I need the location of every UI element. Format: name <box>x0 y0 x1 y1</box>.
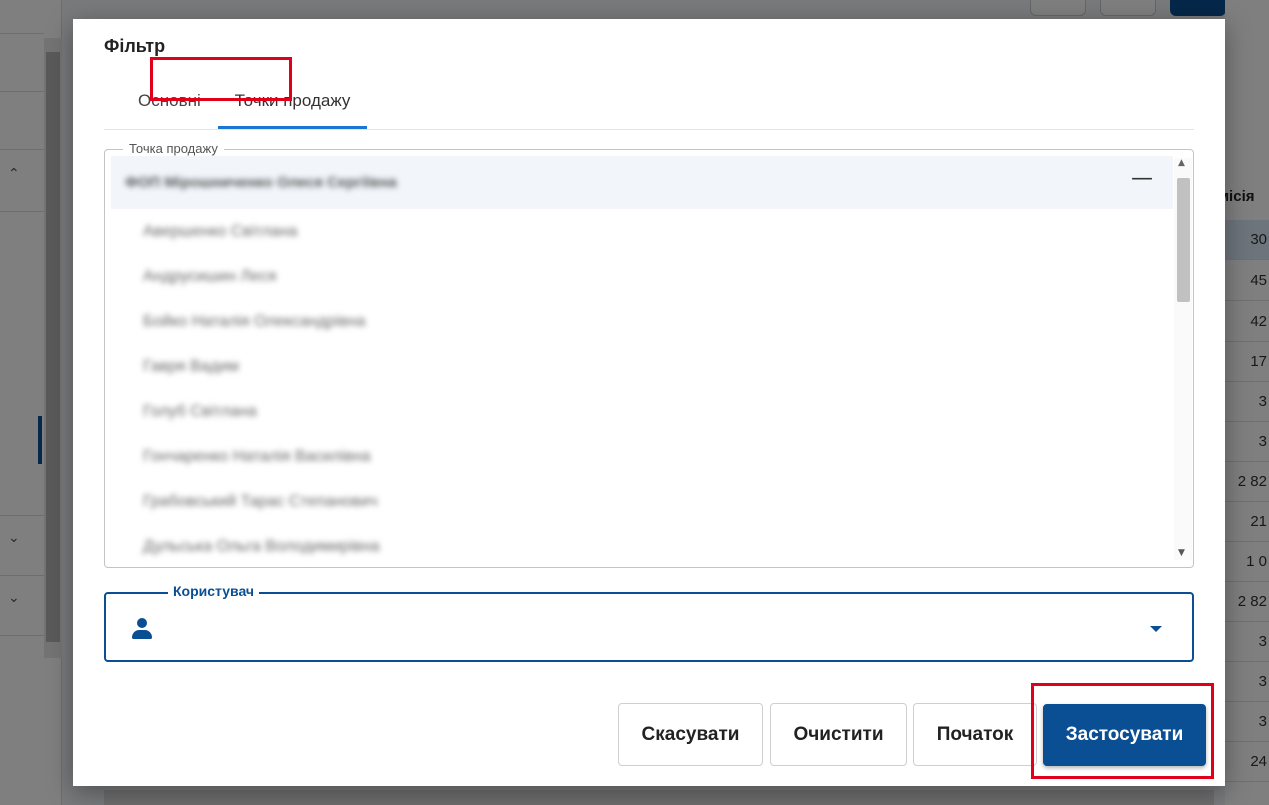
clear-button[interactable]: Очистити <box>770 703 907 766</box>
collapse-icon[interactable]: — <box>1131 166 1153 192</box>
scrollbar-thumb[interactable] <box>1177 178 1190 302</box>
start-button[interactable]: Початок <box>913 703 1037 766</box>
dropdown-arrow-icon[interactable] <box>1150 626 1162 632</box>
points-of-sale-list: Точка продажу ФОП Мірошниченко Олеся Сер… <box>104 141 1194 568</box>
list-item[interactable]: Гавря Вадим <box>143 358 239 376</box>
list-item[interactable]: Грабовський Тарас Степанович <box>143 493 377 511</box>
tab-bar: Основні Точки продажу <box>104 79 1194 130</box>
list-item[interactable]: Авершенко Світлана <box>143 223 297 241</box>
points-list-viewport[interactable]: ФОП Мірошниченко Олеся Сергіївна — Аверш… <box>105 156 1175 561</box>
group-row[interactable]: ФОП Мірошниченко Олеся Сергіївна — <box>111 156 1173 209</box>
list-item[interactable]: Голуб Світлана <box>143 403 257 421</box>
filter-dialog: Фільтр Основні Точки продажу Точка прода… <box>73 19 1225 786</box>
list-scrollbar[interactable]: ▲ ▼ <box>1174 158 1192 560</box>
list-item[interactable]: Бойко Наталія Олександрівна <box>143 313 365 331</box>
tab-label: Точки продажу <box>234 91 351 110</box>
scroll-up-icon[interactable]: ▲ <box>1178 158 1185 168</box>
dialog-title: Фільтр <box>104 36 166 56</box>
list-item[interactable]: Андрусишин Леся <box>143 268 276 286</box>
tab-main[interactable]: Основні <box>138 79 201 129</box>
list-item[interactable]: Гончаренко Наталія Василівна <box>143 448 371 466</box>
active-tab-indicator <box>218 126 367 129</box>
list-item[interactable]: Дульська Ольга Володимирівна <box>143 538 379 556</box>
user-field-legend: Користувач <box>168 583 260 599</box>
apply-button[interactable]: Застосувати <box>1043 704 1206 766</box>
tab-points-of-sale[interactable]: Точки продажу <box>218 79 367 129</box>
user-select[interactable]: Користувач <box>104 583 1194 662</box>
person-icon <box>131 618 153 640</box>
group-label: ФОП Мірошниченко Олеся Сергіївна <box>125 174 397 191</box>
scroll-down-icon[interactable]: ▼ <box>1178 548 1185 558</box>
points-of-sale-legend: Точка продажу <box>123 141 224 156</box>
cancel-button[interactable]: Скасувати <box>618 703 763 766</box>
